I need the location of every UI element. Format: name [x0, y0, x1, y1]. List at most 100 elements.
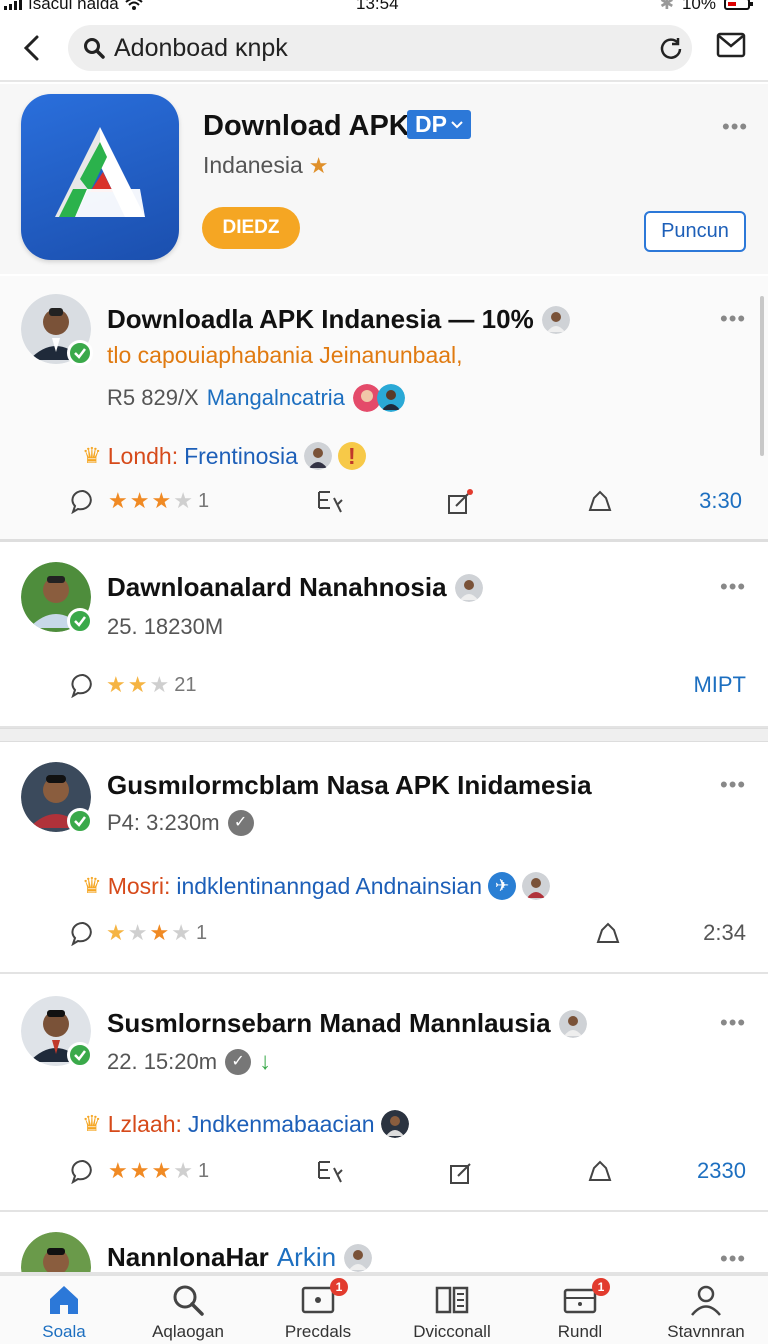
more-options-icon[interactable]: ••• [720, 1010, 746, 1036]
plane-icon: ✈ [488, 872, 517, 900]
post-card[interactable]: NannlonaHar Arkin ••• [0, 1214, 768, 1274]
more-options-icon[interactable]: ••• [720, 574, 746, 600]
app-logo[interactable] [21, 94, 179, 260]
comment-icon[interactable] [70, 920, 96, 946]
avatar[interactable] [21, 294, 93, 366]
nav-label: Precdals [284, 1322, 352, 1341]
mini-avatar [558, 1009, 587, 1038]
edit-icon[interactable] [446, 488, 474, 516]
comment-icon[interactable] [70, 488, 96, 514]
translate-icon[interactable] [316, 1158, 344, 1184]
follow-button[interactable]: Puncun [644, 211, 746, 252]
post-tag[interactable]: ♛ Mosri: indklentinanngad Andnainsian ✈ [82, 872, 551, 900]
refresh-icon[interactable] [658, 35, 684, 61]
avatar[interactable] [21, 562, 93, 634]
home-icon [50, 1286, 78, 1314]
battery-icon [724, 0, 753, 10]
nav-item-home[interactable]: Soala [4, 1282, 124, 1344]
section-divider [0, 728, 768, 742]
post-tag[interactable]: ♛ Londh: Frentinosia ! [82, 442, 366, 470]
nav-item-inbox[interactable]: 1 Precdals [258, 1278, 378, 1344]
nav-label: Stavnnran [667, 1322, 745, 1341]
star-icon: ★ [108, 1158, 128, 1183]
app-action-pill[interactable]: DIEDZ [202, 207, 300, 249]
bottom-nav: Soala Aqlaogan 1 Precdals Dvicconall 1 R… [0, 1274, 768, 1344]
search-input[interactable] [114, 33, 614, 63]
edit-icon[interactable] [448, 1158, 476, 1186]
post-tag[interactable]: ♛ Lzlaah: Jndkenmabaacian [82, 1110, 409, 1138]
app-logo-icon [55, 127, 145, 217]
rating-stars[interactable]: ★ ★ ★ ★ 1 [108, 488, 209, 514]
avatar-image [21, 1232, 91, 1272]
translate-icon[interactable] [316, 488, 344, 514]
mini-avatar [344, 1243, 373, 1272]
nav-item-wallet[interactable]: 1 Rundl [520, 1278, 640, 1344]
star-icon: ★ [108, 488, 128, 513]
verified-icon [67, 1042, 93, 1068]
post-tag-value[interactable]: Jndkenmabaacian [188, 1111, 375, 1138]
more-options-icon[interactable]: ••• [720, 306, 746, 332]
post-title[interactable]: NannlonaHar Arkin [107, 1242, 373, 1272]
avatar[interactable] [21, 762, 93, 834]
share-icon[interactable] [594, 920, 622, 946]
mini-avatar [303, 442, 332, 470]
arrow-down-icon: ↓ [259, 1048, 272, 1075]
mini-avatar [380, 1110, 409, 1138]
post-title[interactable]: Dawnloanalard Nanahnosia [107, 572, 483, 603]
star-icon: ★ [127, 672, 148, 697]
notification-badge: 1 [592, 1278, 610, 1296]
scrollbar[interactable] [760, 296, 764, 456]
post-meta-link[interactable]: Mangalncatria [207, 385, 345, 411]
signal-icon [4, 0, 22, 10]
avatar[interactable] [21, 1232, 91, 1272]
post-meta: 25. 18230M [107, 614, 223, 640]
star-icon: ★ [106, 920, 126, 945]
search-bar[interactable] [68, 25, 692, 71]
post-meta-text: 22. 15:20m [107, 1049, 218, 1074]
verified-icon [67, 340, 93, 366]
rating-stars[interactable]: ★ ★ ★ ★ 1 [108, 1158, 209, 1184]
rating-stars[interactable]: ★ ★ ★ ★ 1 [106, 920, 207, 946]
post-card[interactable]: Dawnloanalard Nanahnosia 25. 18230M ★ ★ ★ … [0, 544, 768, 728]
star-icon: ★ [149, 920, 170, 945]
post-title[interactable]: Gusmılormcblam Nasa APK Inidamesia [107, 770, 592, 801]
post-time: 3:30 [699, 488, 742, 513]
comment-icon[interactable] [70, 1158, 96, 1184]
app-card[interactable]: Download APK DP Indanesia ★ DIEDZ Puncun… [0, 84, 768, 274]
back-button[interactable] [16, 30, 46, 66]
mini-avatar [454, 573, 483, 602]
star-icon: ★ [173, 488, 193, 513]
verified-icon [67, 808, 93, 834]
post-card[interactable]: Downloadla APK Indanesia — 10% tlo capou… [0, 276, 768, 542]
post-actions: ★ ★ ★ 21 MIPT [70, 672, 750, 702]
comment-icon[interactable] [70, 672, 96, 698]
nav-label: Dvicconall [413, 1322, 491, 1341]
share-icon[interactable] [586, 488, 614, 514]
battery-percent: 10% [681, 0, 716, 13]
profile-icon [691, 1285, 721, 1316]
more-options-icon[interactable]: ••• [722, 114, 748, 140]
post-meta: P4: 3:230m ✓ [107, 810, 254, 836]
nav-label: Rundl [557, 1322, 603, 1341]
post-title-link[interactable]: Arkin [277, 1242, 336, 1272]
nav-item-search[interactable]: Aqlaogan [128, 1282, 248, 1344]
avatar[interactable] [21, 996, 93, 1068]
post-title-text: NannlonaHar [107, 1242, 269, 1272]
post-tag-value[interactable]: indklentinanngad Andnainsian [176, 873, 482, 900]
rating-stars[interactable]: ★ ★ ★ 21 [106, 672, 196, 698]
post-title-text: Gusmılormcblam Nasa APK Inidamesia [107, 770, 592, 800]
mail-icon[interactable] [716, 32, 746, 58]
nav-item-profile[interactable]: Stavnnran [646, 1282, 766, 1344]
post-tag-value[interactable]: Frentinosia [184, 443, 298, 470]
app-subtitle: Indanesia ★ [203, 152, 328, 179]
more-options-icon[interactable]: ••• [720, 772, 746, 798]
post-title[interactable]: Susmlornsebarn Manad Mannlausia [107, 1008, 587, 1039]
star-icon: ★ [171, 920, 191, 945]
share-icon[interactable] [586, 1158, 614, 1184]
post-card[interactable]: Susmlornsebarn Manad Mannlausia 22. 15:2… [0, 976, 768, 1212]
dp-badge[interactable]: DP [407, 110, 471, 139]
post-title[interactable]: Downloadla APK Indanesia — 10% [107, 304, 570, 335]
more-options-icon[interactable]: ••• [720, 1246, 746, 1272]
nav-item-catalog[interactable]: Dvicconall [392, 1282, 512, 1344]
post-card[interactable]: Gusmılormcblam Nasa APK Inidamesia P4: 3… [0, 742, 768, 974]
